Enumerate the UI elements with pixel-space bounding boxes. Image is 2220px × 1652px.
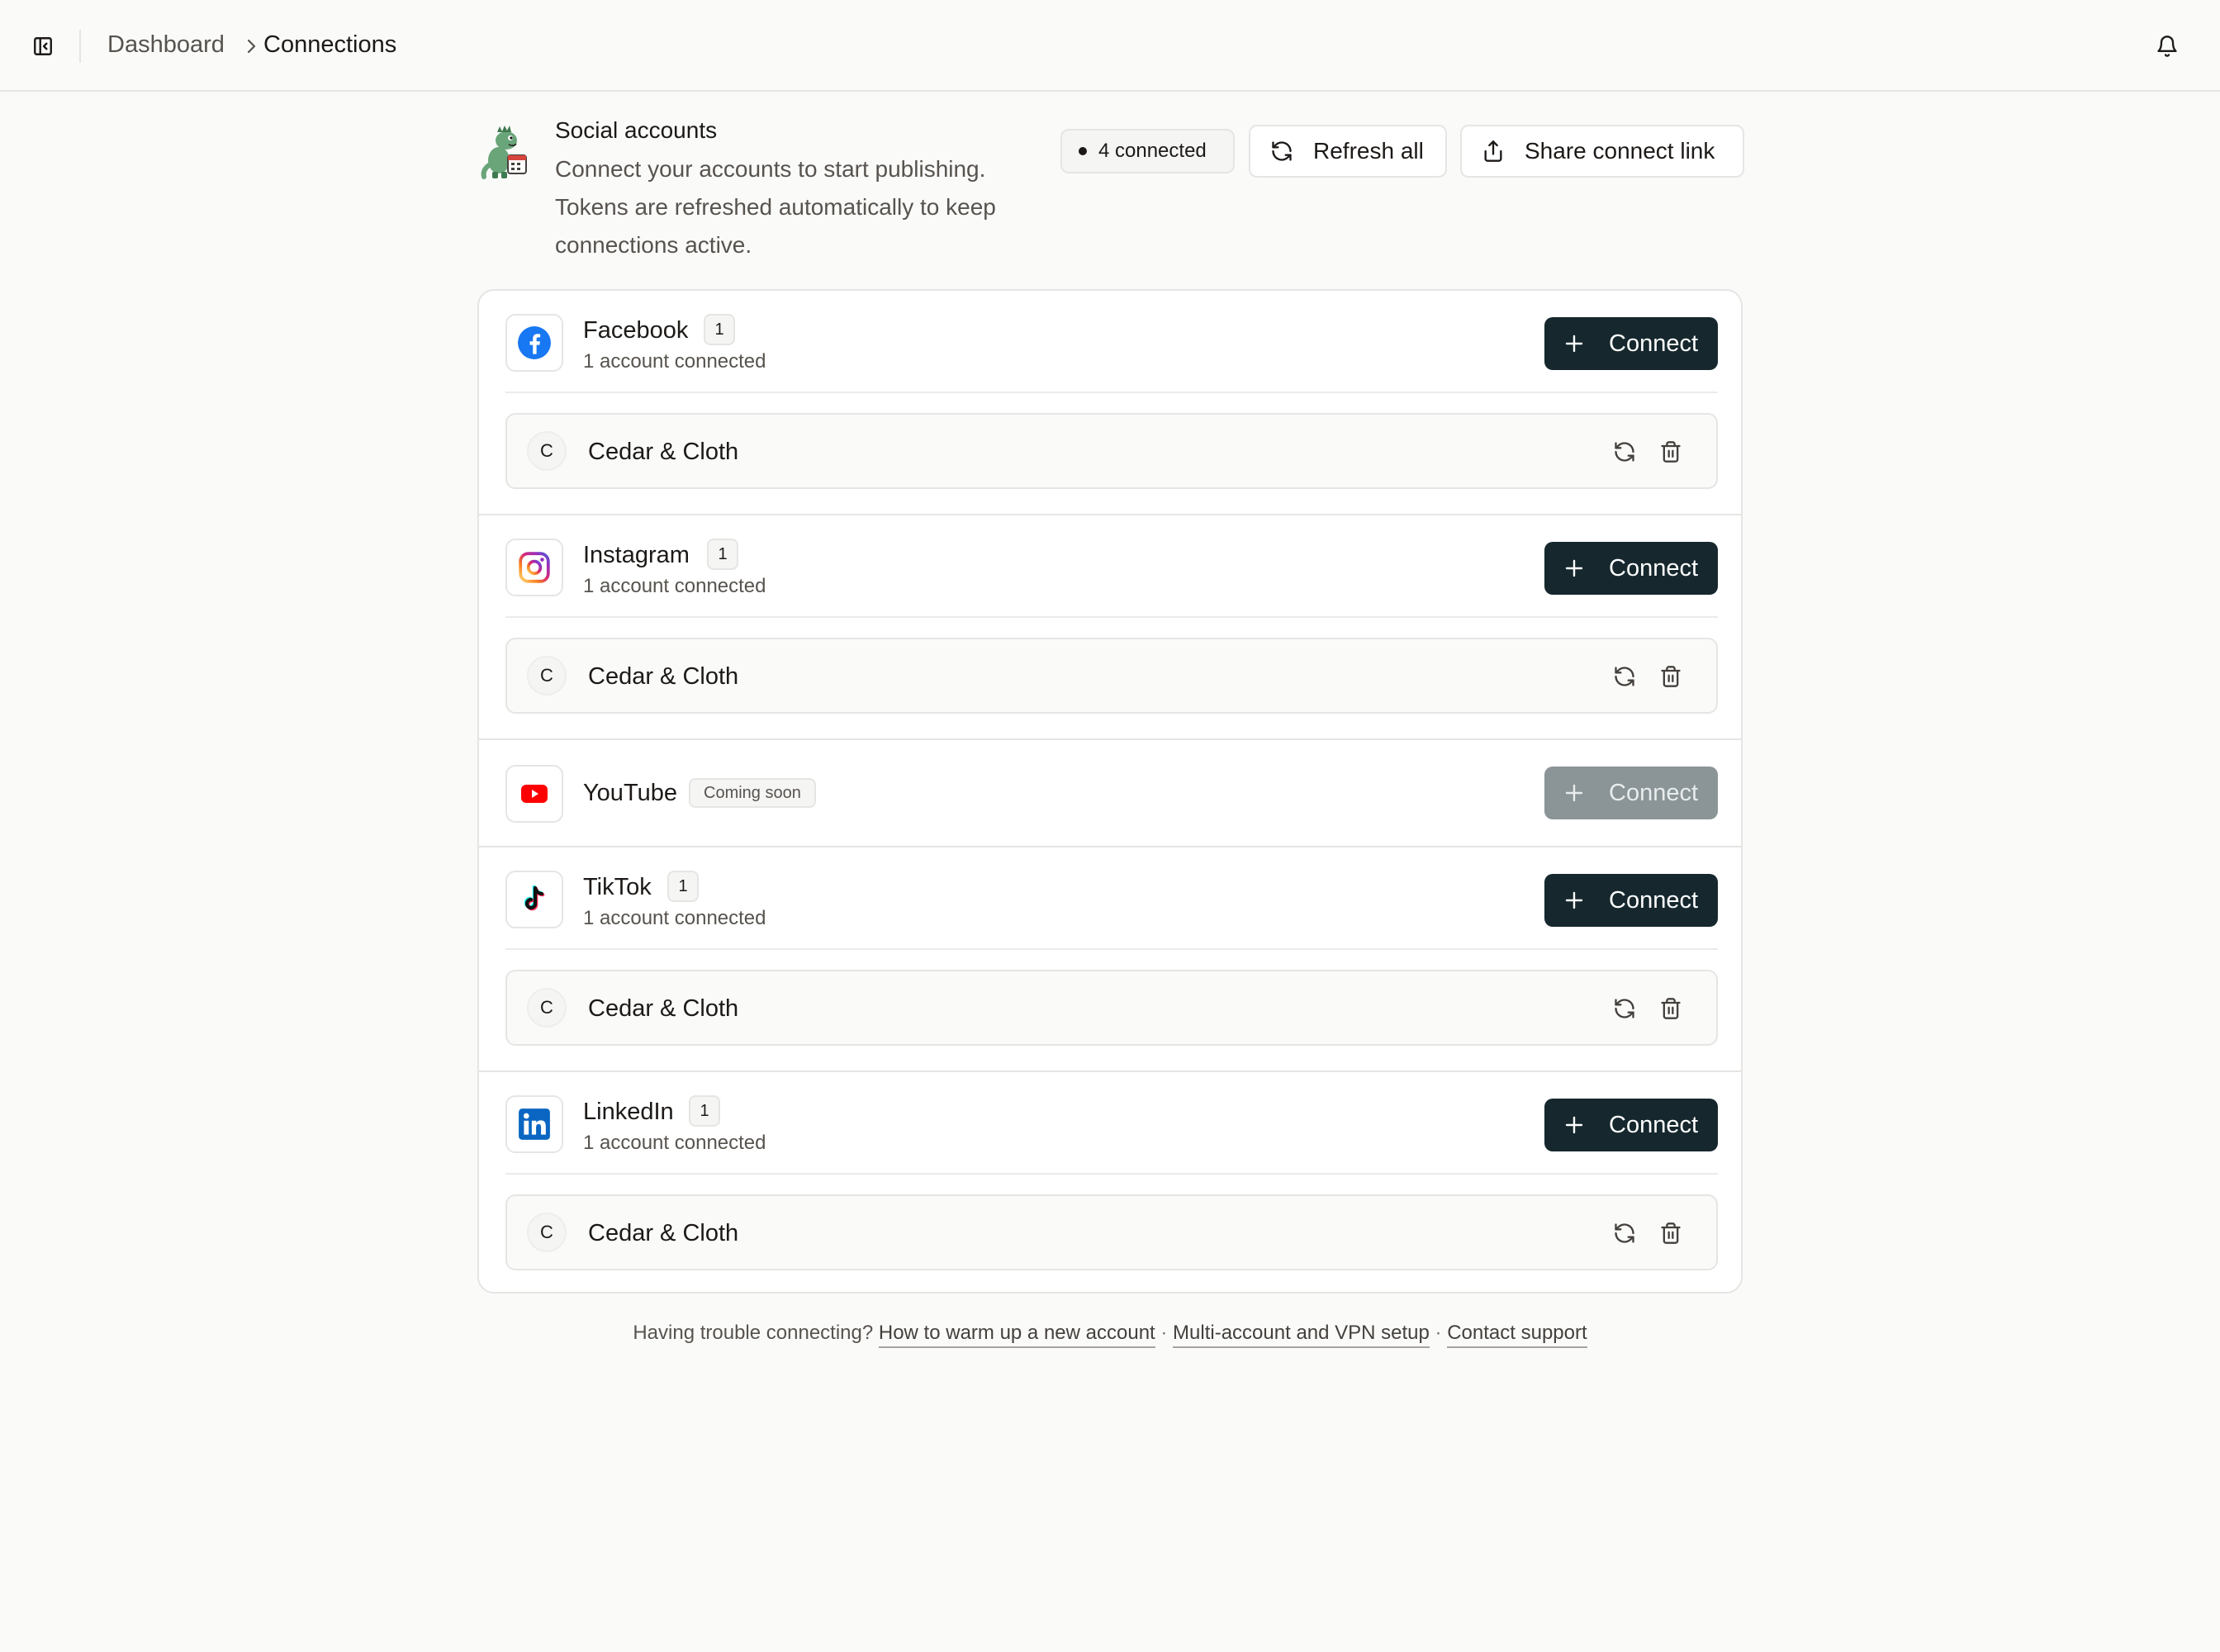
delete-account-trash-icon[interactable]: [1658, 1221, 1683, 1246]
page-description: Connect your accounts to start publishin…: [555, 156, 996, 258]
connect-facebook-button[interactable]: Connect: [1544, 317, 1718, 370]
avatar: C: [527, 1213, 567, 1252]
refresh-account-icon[interactable]: [1612, 996, 1637, 1021]
footer-separator: ·: [1435, 1322, 1442, 1344]
platform-subtitle: 1 account connected: [583, 907, 766, 929]
instagram-icon: [505, 539, 563, 596]
refresh-account-icon[interactable]: [1612, 439, 1637, 464]
platform-subtitle: 1 account connected: [583, 350, 766, 373]
account-count-badge: 1: [667, 871, 699, 902]
account-name: Cedar & Cloth: [588, 439, 739, 465]
page-title: Social accounts: [555, 117, 718, 143]
platform-name-tiktok: TikTok: [583, 874, 652, 900]
coming-soon-badge: Coming soon: [689, 778, 816, 808]
share-connect-link-label: Share connect link: [1525, 138, 1715, 164]
top-bar: Dashboard Connections: [0, 0, 2220, 92]
contact-support-link[interactable]: Contact support: [1447, 1322, 1587, 1348]
account-row: C Cedar & Cloth: [505, 413, 1718, 489]
account-name: Cedar & Cloth: [588, 1220, 739, 1246]
breadcrumb-dashboard-link[interactable]: Dashboard: [107, 31, 225, 59]
connected-count-badge: 4 connected: [1060, 129, 1235, 173]
section-divider: [505, 616, 1718, 618]
connect-youtube-button: Connect: [1544, 767, 1718, 819]
platform-section-youtube: YouTube Coming soon Connect: [479, 738, 1741, 846]
vpn-setup-link[interactable]: Multi-account and VPN setup: [1173, 1322, 1430, 1348]
topbar-divider: [79, 30, 81, 63]
avatar: C: [527, 656, 567, 695]
account-row: C Cedar & Cloth: [505, 638, 1718, 714]
status-dot-icon: [1079, 147, 1087, 155]
platform-section-facebook: Facebook 1 1 account connected Connect C…: [479, 291, 1741, 514]
platform-section-tiktok: TikTok 1 1 account connected Connect C C…: [479, 846, 1741, 1070]
section-divider: [505, 392, 1718, 393]
connect-label: Connect: [1609, 1111, 1699, 1138]
breadcrumb-current: Connections: [263, 31, 397, 58]
account-count-badge: 1: [704, 314, 735, 345]
platform-section-instagram: Instagram 1 1 account connected Connect …: [479, 514, 1741, 738]
connect-tiktok-button[interactable]: Connect: [1544, 874, 1718, 927]
footer-prefix: Having trouble connecting?: [633, 1322, 874, 1344]
share-icon: [1482, 140, 1505, 163]
youtube-icon: [505, 765, 563, 823]
delete-account-trash-icon[interactable]: [1658, 996, 1683, 1021]
footer-separator: ·: [1160, 1322, 1168, 1344]
avatar: C: [527, 988, 567, 1028]
section-divider: [505, 948, 1718, 950]
plus-icon: [1564, 890, 1584, 910]
mascot-logo: [481, 124, 530, 180]
connect-linkedin-button[interactable]: Connect: [1544, 1099, 1718, 1151]
account-name: Cedar & Cloth: [588, 995, 739, 1022]
account-count-badge: 1: [689, 1095, 720, 1127]
account-row: C Cedar & Cloth: [505, 970, 1718, 1046]
facebook-icon: [505, 314, 563, 372]
platform-name-youtube: YouTube: [583, 780, 677, 806]
plus-icon: [1564, 1115, 1584, 1135]
platform-name-linkedin: LinkedIn: [583, 1099, 674, 1125]
platform-subtitle: 1 account connected: [583, 575, 766, 597]
avatar: C: [527, 431, 567, 471]
refresh-account-icon[interactable]: [1612, 1221, 1637, 1246]
help-footer: Having trouble connecting? How to warm u…: [0, 1322, 2220, 1348]
notifications-bell-icon[interactable]: [2154, 33, 2180, 59]
plus-icon: [1564, 334, 1584, 354]
warm-up-account-link[interactable]: How to warm up a new account: [878, 1322, 1155, 1348]
section-divider: [505, 1173, 1718, 1175]
platforms-card: Facebook 1 1 account connected Connect C…: [477, 289, 1743, 1294]
delete-account-trash-icon[interactable]: [1658, 439, 1683, 464]
refresh-icon: [1270, 140, 1293, 163]
connect-label: Connect: [1609, 886, 1699, 914]
account-count-badge: 1: [707, 539, 738, 570]
sidebar-toggle-icon[interactable]: [30, 33, 56, 59]
refresh-account-icon[interactable]: [1612, 664, 1637, 689]
platform-name-instagram: Instagram: [583, 542, 690, 568]
platform-subtitle: 1 account connected: [583, 1132, 766, 1154]
plus-icon: [1564, 558, 1584, 578]
platform-name-facebook: Facebook: [583, 317, 689, 344]
refresh-all-button[interactable]: Refresh all: [1249, 125, 1447, 178]
connected-count-label: 4 connected: [1098, 140, 1207, 162]
connect-label: Connect: [1609, 554, 1699, 582]
delete-account-trash-icon[interactable]: [1658, 664, 1683, 689]
tiktok-icon: [505, 871, 563, 928]
refresh-all-label: Refresh all: [1313, 138, 1424, 164]
share-connect-link-button[interactable]: Share connect link: [1460, 125, 1744, 178]
linkedin-icon: [505, 1095, 563, 1153]
platform-section-linkedin: LinkedIn 1 1 account connected Connect C…: [479, 1070, 1741, 1292]
connect-label: Connect: [1609, 779, 1699, 806]
chevron-right-icon: [243, 37, 259, 55]
plus-icon: [1564, 783, 1584, 803]
account-name: Cedar & Cloth: [588, 663, 739, 690]
connect-label: Connect: [1609, 330, 1699, 357]
account-row: C Cedar & Cloth: [505, 1194, 1718, 1270]
connect-instagram-button[interactable]: Connect: [1544, 542, 1718, 595]
